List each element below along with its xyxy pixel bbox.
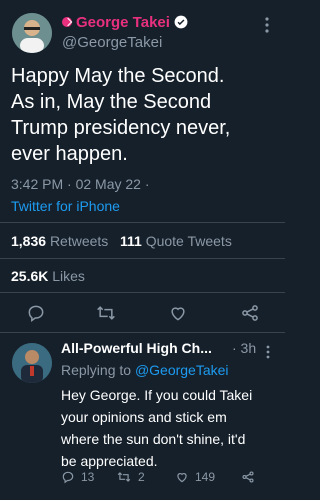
more-icon[interactable] — [265, 345, 271, 359]
badge-dot-icon — [62, 17, 72, 27]
reply-like-count: 149 — [195, 470, 216, 484]
share-icon[interactable] — [241, 470, 255, 484]
retweet-icon[interactable] — [95, 303, 117, 323]
divider — [0, 222, 285, 223]
reply-actions: 13 2 149 — [61, 470, 281, 490]
retweets-count: 1,836 — [11, 233, 47, 249]
tweet-text-line: Happy May the Second. — [11, 65, 225, 87]
divider — [0, 332, 285, 333]
retweet-stats[interactable]: 1,836 Retweets 111 Quote Tweets — [11, 233, 232, 249]
tweet-actions — [0, 303, 285, 329]
reply-text: Hey George. If you could Takei your opin… — [61, 384, 279, 472]
quote-count: 111 — [119, 233, 142, 249]
like-icon[interactable] — [168, 303, 188, 323]
reply-text-line: Hey George. If you could Takei — [61, 387, 253, 403]
retweets-label: Retweets — [49, 233, 109, 249]
author-handle[interactable]: @GeorgeTakei — [62, 34, 162, 51]
share-icon[interactable] — [240, 303, 260, 323]
more-icon[interactable] — [264, 16, 270, 34]
replying-prefix: Replying to — [61, 362, 132, 378]
quote-label: Quote Tweets — [145, 233, 232, 249]
author-name-row[interactable]: George Takei — [62, 12, 188, 32]
reply-text-line: where the sun don't shine, it'd — [61, 431, 246, 447]
divider — [0, 292, 285, 293]
author-name[interactable]: George Takei — [76, 14, 170, 31]
reply-author-name[interactable]: All-Powerful High Ch... — [61, 340, 261, 356]
divider — [0, 258, 285, 259]
tweet-text-line: ever happen. — [11, 143, 128, 165]
tweet-text-line: As in, May the Second — [11, 91, 212, 113]
reply-icon[interactable] — [26, 303, 46, 323]
reply-like-button[interactable]: 149 — [175, 470, 215, 484]
verified-icon — [174, 15, 188, 29]
likes-stats[interactable]: 25.6K Likes — [11, 268, 85, 284]
reply-text-line: be appreciated. — [61, 453, 158, 469]
author-avatar[interactable] — [12, 13, 52, 53]
reply-text-line: your opinions and stick em — [61, 409, 227, 425]
reply-avatar[interactable] — [12, 343, 52, 383]
replying-to: Replying to @GeorgeTakei — [61, 362, 229, 378]
replying-handle[interactable]: @GeorgeTakei — [135, 362, 229, 378]
likes-count: 25.6K — [11, 268, 49, 284]
tweet-source[interactable]: Twitter for iPhone — [11, 198, 120, 214]
reply-icon — [61, 470, 75, 484]
retweet-icon — [116, 470, 132, 484]
reply-retweet-button[interactable]: 2 — [116, 470, 145, 484]
likes-label: Likes — [52, 268, 85, 284]
tweet-text-line: Trump presidency never, — [11, 117, 231, 139]
tweet-timestamp[interactable]: 3:42 PM · 02 May 22 · — [11, 176, 150, 192]
reply-reply-button[interactable]: 13 — [61, 470, 94, 484]
reply-time[interactable]: · 3h — [232, 340, 256, 356]
tweet-text: Happy May the Second. As in, May the Sec… — [11, 63, 279, 167]
reply-reply-count: 13 — [81, 470, 95, 484]
reply-retweet-count: 2 — [138, 470, 145, 484]
like-icon — [175, 470, 189, 484]
